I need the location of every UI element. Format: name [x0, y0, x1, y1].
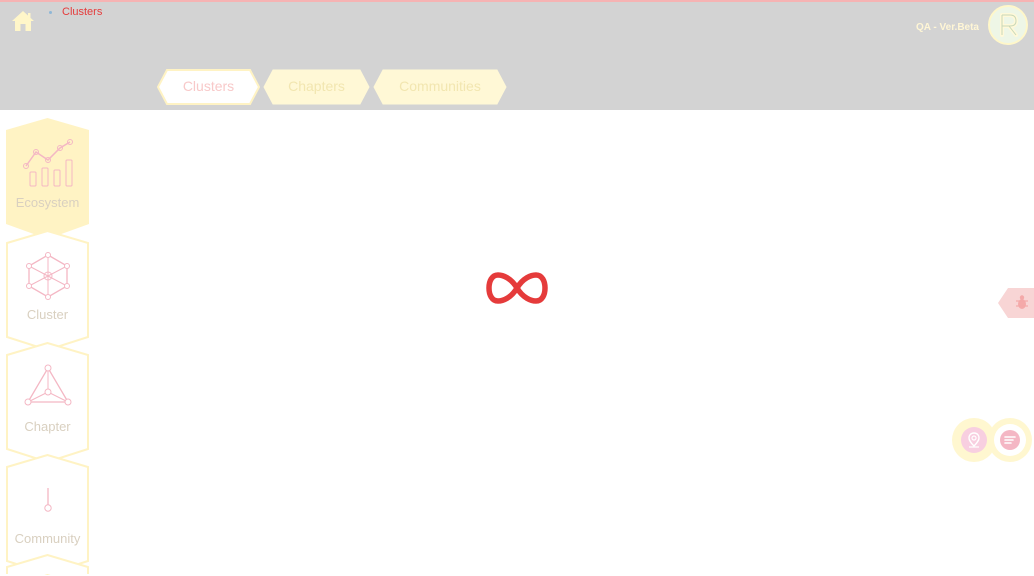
tab-clusters[interactable]: Clusters [157, 69, 260, 105]
brand-logo-icon [1000, 13, 1018, 37]
user-avatar[interactable] [988, 5, 1028, 45]
tab-label: Communities [399, 78, 481, 94]
breadcrumb-separator [49, 11, 52, 14]
triangle-nodes-icon [6, 364, 89, 408]
side-navigation: Ecosystem Cluster Chapter Community [6, 118, 89, 576]
list-menu-button[interactable] [988, 418, 1032, 462]
sidenav-label: Cluster [26, 307, 69, 322]
sidenav-item-cluster[interactable]: Cluster [6, 230, 89, 352]
infinity-loader-icon [486, 270, 548, 311]
list-icon [1000, 430, 1020, 450]
sidenav-item-ecosystem[interactable]: Ecosystem [6, 118, 89, 239]
tab-label: Clusters [182, 78, 235, 94]
tab-communities[interactable]: Communities [373, 69, 507, 105]
environment-label: QA - Ver.Beta [916, 22, 979, 33]
breadcrumb[interactable]: Clusters [62, 6, 102, 18]
sidenav-item-more[interactable] [6, 554, 89, 576]
sidenav-label: Community [14, 531, 81, 546]
sidenav-item-chapter[interactable]: Chapter [6, 342, 89, 464]
bug-report-tab[interactable] [998, 288, 1034, 318]
chart-icon [6, 136, 89, 188]
map-pin-icon [968, 432, 980, 448]
top-header: Clusters QA - Ver.Beta Clusters Chapters… [0, 0, 1034, 110]
home-icon [12, 11, 34, 31]
sidenav-label: Chapter [24, 419, 71, 434]
sidenav-label: Ecosystem [15, 195, 80, 210]
tab-chapters[interactable]: Chapters [263, 69, 370, 105]
node-icon [6, 486, 89, 514]
tab-label: Chapters [288, 78, 345, 94]
network-icon [6, 252, 89, 300]
home-button[interactable] [10, 9, 36, 33]
